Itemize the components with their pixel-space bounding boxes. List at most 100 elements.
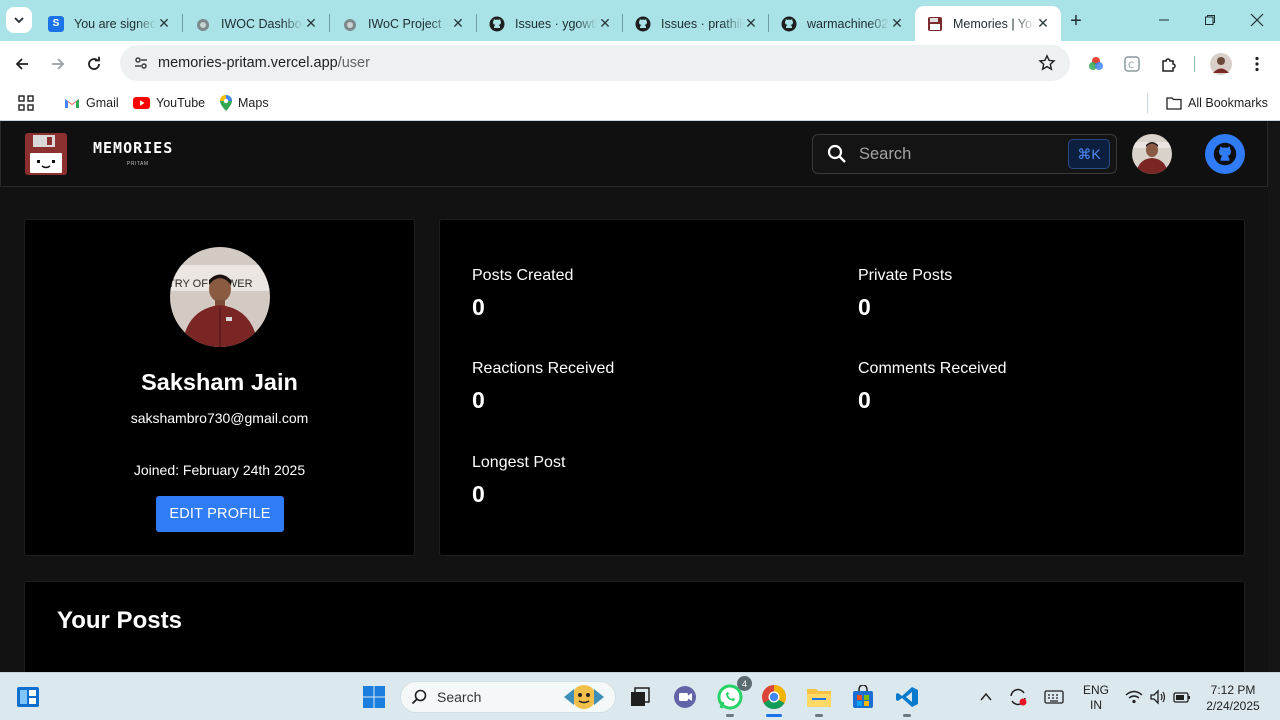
restore-icon xyxy=(1205,15,1215,25)
browser-tab-active[interactable]: Memories | Your ✕ xyxy=(915,6,1061,41)
quick-settings-button[interactable] xyxy=(1118,681,1198,713)
profile-photo: TRY OF POWER xyxy=(170,247,270,347)
sync-icon xyxy=(1010,688,1027,706)
teams-button[interactable] xyxy=(669,681,701,713)
stat-value: 0 xyxy=(858,387,871,413)
store-icon xyxy=(853,685,873,708)
reload-button[interactable] xyxy=(80,50,108,78)
file-explorer-button[interactable] xyxy=(803,681,835,713)
vscode-button[interactable] xyxy=(891,681,923,713)
wifi-icon xyxy=(1125,690,1143,704)
address-bar[interactable]: memories-pritam.vercel.app/user xyxy=(120,45,1070,81)
forward-button[interactable] xyxy=(44,50,72,78)
minimize-icon xyxy=(1159,19,1169,21)
back-button[interactable] xyxy=(8,50,36,78)
sync-tray-button[interactable] xyxy=(1002,681,1034,713)
browser-tab[interactable]: IWoC Project ✕ xyxy=(330,6,476,41)
folder-icon xyxy=(1166,96,1182,110)
color-extension-icon[interactable] xyxy=(1084,52,1108,76)
battery-icon xyxy=(1173,692,1190,703)
close-icon[interactable]: ✕ xyxy=(303,15,319,32)
page-content: MEMORIES PRITAM Search ⌘K TRY OF POWER S… xyxy=(0,121,1280,672)
tab-title: Memories | Your xyxy=(953,16,1035,31)
language-indicator[interactable]: ENG IN xyxy=(1080,683,1112,713)
apps-button[interactable] xyxy=(18,92,34,114)
teams-icon xyxy=(674,686,696,708)
browser-tab[interactable]: warmachine02 ✕ xyxy=(769,6,915,41)
bookmark-gmail[interactable]: Gmail xyxy=(64,92,119,114)
youtube-icon xyxy=(133,97,150,109)
github-button[interactable] xyxy=(1205,134,1245,174)
taskbar-search-placeholder: Search xyxy=(437,689,482,705)
show-hidden-icons-button[interactable] xyxy=(970,681,1002,713)
floppy-logo-icon[interactable] xyxy=(25,133,67,175)
taskbar-search-input[interactable]: Search xyxy=(400,681,616,713)
bookmark-youtube[interactable]: YouTube xyxy=(133,92,205,114)
clock-time: 7:12 PM xyxy=(1210,683,1256,697)
stat-value: 0 xyxy=(858,294,871,320)
close-icon[interactable]: ✕ xyxy=(889,15,905,32)
puzzle-extensions-icon[interactable] xyxy=(1157,52,1181,76)
close-icon[interactable]: ✕ xyxy=(156,15,172,32)
github-icon xyxy=(1213,142,1237,166)
widgets-button[interactable] xyxy=(12,681,44,713)
vscode-icon xyxy=(896,687,918,707)
task-view-button[interactable] xyxy=(624,681,656,713)
memories-icon xyxy=(927,16,943,32)
restore-button[interactable] xyxy=(1187,0,1233,40)
windows-start-icon xyxy=(363,686,385,708)
profile-name: Saksham Jain xyxy=(141,369,298,395)
chevron-down-icon xyxy=(14,17,24,24)
profile-avatar-icon[interactable] xyxy=(1209,52,1233,76)
toolbar-divider xyxy=(1194,56,1195,72)
extension-icon[interactable]: C xyxy=(1120,52,1144,76)
stat-longest-post: Longest Post 0 xyxy=(472,454,565,508)
whatsapp-button[interactable]: 4 xyxy=(714,676,752,713)
chrome-button[interactable] xyxy=(758,681,790,713)
browser-tab[interactable]: IWOC Dashboard ✕ xyxy=(183,6,329,41)
browser-tabstrip: S You are signed in ✕ IWOC Dashboard ✕ I… xyxy=(0,0,1280,41)
browser-tab[interactable]: Issues · prathik ✕ xyxy=(623,6,769,41)
apps-grid-icon xyxy=(18,95,34,111)
github-icon xyxy=(635,16,651,32)
page-scrollbar[interactable] xyxy=(1268,121,1280,672)
close-icon[interactable]: ✕ xyxy=(1035,15,1051,32)
start-button[interactable] xyxy=(358,681,390,713)
browser-tab[interactable]: Issues · ygowtham ✕ xyxy=(477,6,623,41)
notification-badge: 4 xyxy=(737,676,752,691)
close-icon[interactable]: ✕ xyxy=(450,15,466,32)
site-search-input[interactable]: Search ⌘K xyxy=(812,134,1117,174)
user-avatar[interactable] xyxy=(1132,134,1172,174)
store-button[interactable] xyxy=(847,681,879,713)
tab-title: IWoC Project xyxy=(368,16,442,31)
keyboard-tray-button[interactable] xyxy=(1038,681,1070,713)
close-icon[interactable]: ✕ xyxy=(743,15,759,32)
all-bookmarks-button[interactable]: All Bookmarks xyxy=(1166,92,1268,114)
bookmarks-divider xyxy=(1147,93,1148,113)
new-tab-button[interactable]: + xyxy=(1064,9,1088,33)
edit-profile-button[interactable]: EDIT PROFILE xyxy=(156,496,284,532)
bookmark-star-icon[interactable] xyxy=(1038,54,1056,77)
search-icon xyxy=(827,144,847,164)
minimize-button[interactable] xyxy=(1141,0,1187,40)
profile-card: TRY OF POWER Saksham Jain sakshambro730@… xyxy=(24,219,415,556)
more-menu-icon[interactable] xyxy=(1245,52,1269,76)
search-shortcut-badge: ⌘K xyxy=(1068,139,1110,169)
reload-icon xyxy=(88,56,100,70)
site-info-icon[interactable] xyxy=(126,55,156,71)
stat-label: Private Posts xyxy=(858,267,953,284)
running-indicator xyxy=(815,714,823,717)
posts-section-title: Your Posts xyxy=(57,607,182,634)
url-host: memories-pritam.vercel.app xyxy=(158,55,338,71)
tab-search-button[interactable] xyxy=(6,7,32,33)
s-icon: S xyxy=(48,15,64,32)
bookmark-maps[interactable]: Maps xyxy=(220,92,269,114)
stats-card: Posts Created 0 Private Posts 0 Reaction… xyxy=(439,219,1245,556)
chevron-up-icon xyxy=(980,692,992,701)
browser-tab[interactable]: S You are signed in ✕ xyxy=(36,6,182,41)
stat-label: Posts Created xyxy=(472,267,574,284)
stat-posts-created: Posts Created 0 xyxy=(472,267,573,321)
close-icon[interactable]: ✕ xyxy=(597,15,613,32)
clock[interactable]: 7:12 PM 2/24/2025 xyxy=(1196,682,1270,714)
close-window-button[interactable] xyxy=(1234,0,1280,40)
